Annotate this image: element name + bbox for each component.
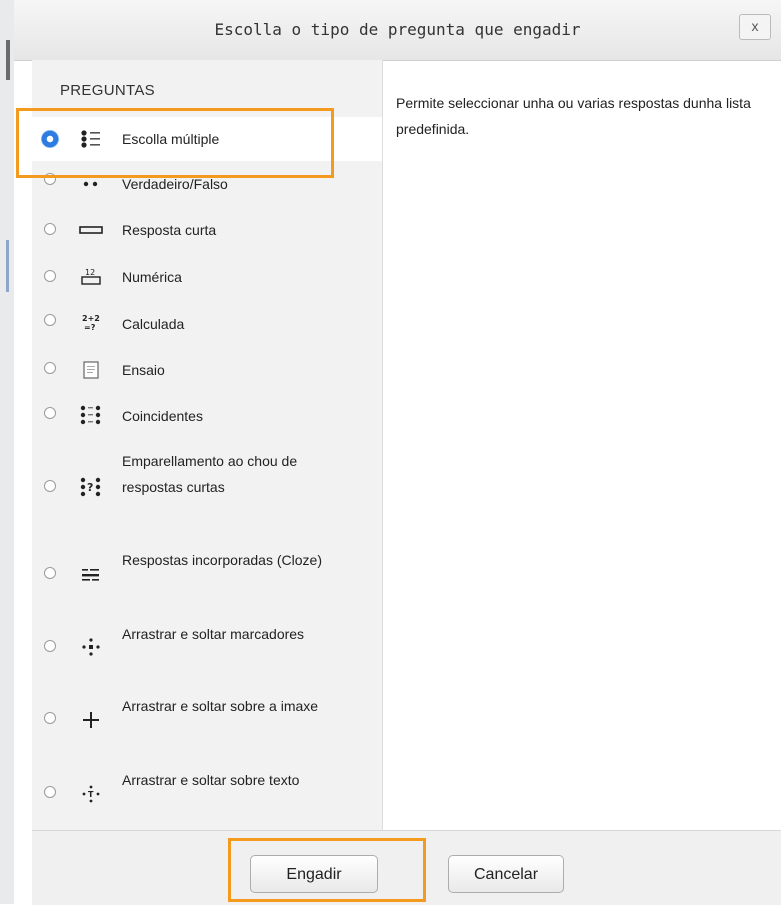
radio-button[interactable] xyxy=(44,786,56,798)
questions-heading: PREGUNTAS xyxy=(60,82,155,99)
randomsamatch-icon: ? xyxy=(76,472,106,502)
option-match[interactable]: Coincidentes xyxy=(32,396,382,434)
essay-icon xyxy=(76,355,106,385)
radio-button[interactable] xyxy=(44,314,56,326)
option-ddmarker[interactable]: Arrastrar e soltar marcadores xyxy=(32,618,382,680)
option-shortanswer[interactable]: Resposta curta xyxy=(32,210,382,248)
numerical-icon: 12 xyxy=(76,262,106,292)
option-label: Respostas incorporadas (Cloze) xyxy=(122,552,322,568)
option-label: Resposta curta xyxy=(122,222,217,238)
dialog-title: Escolla o tipo de pregunta que engadir xyxy=(214,20,581,39)
option-calculated[interactable]: 2+2 =? Calculada xyxy=(32,304,382,342)
radio-button[interactable] xyxy=(44,223,56,235)
svg-text:T: T xyxy=(88,790,94,799)
option-ddimageortext[interactable]: Arrastrar e soltar sobre a imaxe xyxy=(32,690,382,752)
question-type-description: Permite seleccionar unha ou varias respo… xyxy=(396,95,751,137)
close-button[interactable]: x xyxy=(739,14,771,40)
option-label: Coincidentes xyxy=(122,408,203,424)
background-accent xyxy=(6,240,9,292)
option-label: Numérica xyxy=(122,269,182,285)
radio-button[interactable] xyxy=(44,270,56,282)
shortanswer-icon xyxy=(76,215,106,245)
ddimageortext-icon xyxy=(76,705,106,735)
option-label: Arrastrar e soltar sobre a imaxe xyxy=(122,698,319,714)
radio-button[interactable] xyxy=(44,640,56,652)
svg-text:=?: =? xyxy=(84,323,96,332)
background-scrollbar xyxy=(6,40,10,80)
option-label: Ensaio xyxy=(122,362,165,378)
highlight-add-button xyxy=(228,838,426,902)
radio-button[interactable] xyxy=(44,362,56,374)
svg-text:12: 12 xyxy=(85,268,95,277)
radio-button[interactable] xyxy=(44,712,56,724)
svg-text:?: ? xyxy=(87,481,93,494)
ddmarker-icon xyxy=(76,632,106,662)
ddwtos-icon: T xyxy=(76,779,106,809)
svg-text:2+2: 2+2 xyxy=(82,314,100,323)
option-ddwtos[interactable]: T Arrastrar e soltar sobre texto xyxy=(32,764,382,826)
background-page xyxy=(0,0,14,904)
dialog-titlebar: Escolla o tipo de pregunta que engadir x xyxy=(14,0,781,61)
option-label: Arrastrar e soltar marcadores xyxy=(122,626,305,642)
option-label: Calculada xyxy=(122,316,185,332)
calculated-icon: 2+2 =? xyxy=(76,308,106,338)
option-multianswer[interactable]: Respostas incorporadas (Cloze) xyxy=(32,544,382,606)
radio-button[interactable] xyxy=(44,480,56,492)
option-label: Emparellamento ao chou de respostas curt… xyxy=(122,453,298,495)
option-randomsamatch[interactable]: ? Emparellamento ao chou de respostas cu… xyxy=(32,444,382,532)
option-label: Arrastrar e soltar sobre texto xyxy=(122,772,300,788)
multianswer-icon xyxy=(76,559,106,589)
highlight-selected-option xyxy=(16,108,334,178)
option-numerical[interactable]: 12 Numérica xyxy=(32,257,382,295)
cancel-button[interactable]: Cancelar xyxy=(448,855,564,893)
radio-button[interactable] xyxy=(44,567,56,579)
match-icon xyxy=(76,400,106,430)
radio-button[interactable] xyxy=(44,407,56,419)
option-essay[interactable]: Ensaio xyxy=(32,350,382,388)
